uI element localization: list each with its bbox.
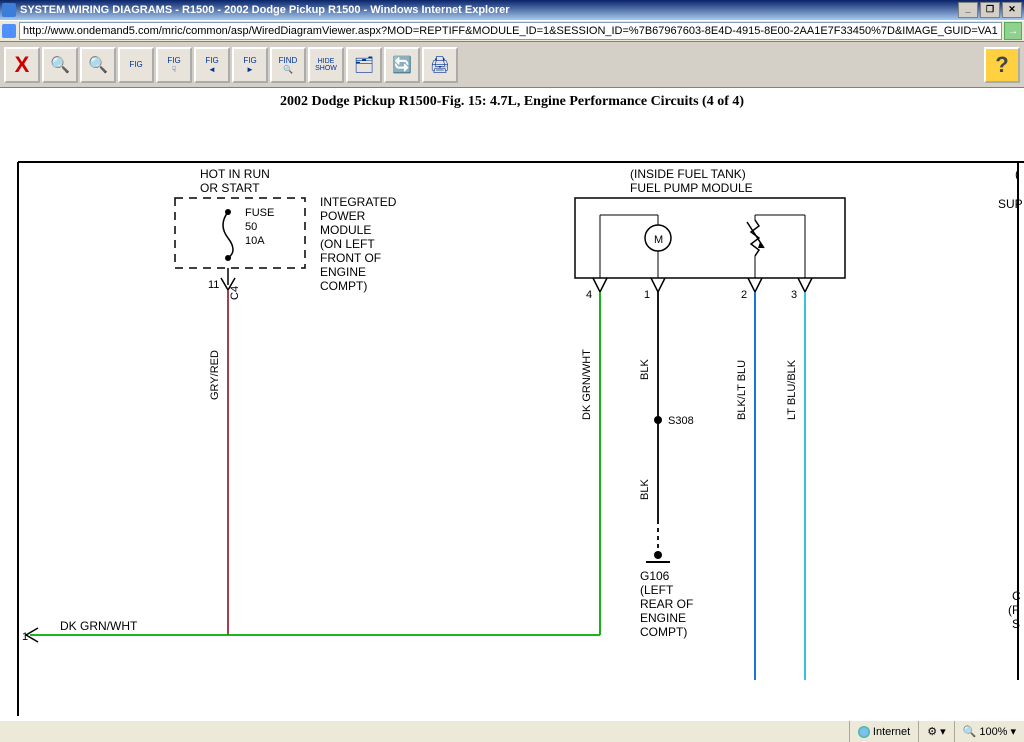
close-diagram-button[interactable]: X [4,47,40,83]
chevron-left-icon: ◄ [208,65,216,74]
hide-show-button[interactable]: HIDESHOW [308,47,344,83]
diagram-canvas: HOT IN RUN OR START FUSE 50 10A INTEGRAT… [0,120,1024,716]
fuel-label-2: FUEL PUMP MODULE [630,181,753,195]
zoom-out-icon: 🔍 [88,55,108,75]
print-button[interactable]: 🖨 [422,47,458,83]
svg-text:BLK: BLK [639,359,651,380]
svg-text:POWER: POWER [320,209,366,223]
svg-text:MODULE: MODULE [320,223,371,237]
search-icon: 🔍 [283,65,293,74]
diagram-title: 2002 Dodge Pickup R1500-Fig. 15: 4.7L, E… [0,94,1024,110]
hot-label-1: HOT IN RUN [200,167,270,181]
svg-text:1: 1 [644,289,650,301]
figure-select-button[interactable]: FIG☟ [156,47,192,83]
svg-text:ENGINE: ENGINE [640,611,686,625]
gear-icon: ⚙ [927,725,937,738]
svg-text:1: 1 [22,631,28,643]
svg-text:11: 11 [208,279,219,291]
svg-text:S308: S308 [668,415,694,427]
svg-text:C: C [1012,589,1021,603]
ie-icon [2,3,16,17]
app-toolbar: X 🔍 🔍 FIG FIG☟ FIG◄ FIG► FIND🔍 HIDESHOW … [0,42,1024,88]
internet-zone-icon [858,726,870,738]
zoom-icon: 🔍 [963,725,977,738]
figure-prev-button[interactable]: FIG◄ [194,47,230,83]
help-icon: ? [995,52,1008,78]
hand-icon: ☟ [172,65,177,74]
security-zone: Internet [849,721,918,742]
close-button[interactable]: ✕ [1002,2,1022,18]
chevron-right-icon: ► [246,65,254,74]
figure-next-button[interactable]: FIG► [232,47,268,83]
ipm-box [175,198,305,268]
help-button[interactable]: ? [984,47,1020,83]
svg-text:M: M [654,234,663,246]
zoom-in-icon: 🔍 [50,55,70,75]
svg-text:INTEGRATED: INTEGRATED [320,195,397,209]
svg-text:LT BLU/BLK: LT BLU/BLK [786,359,798,420]
zoom-cell[interactable]: 🔍 100% ▾ [954,721,1024,742]
find-button[interactable]: FIND🔍 [270,47,306,83]
fuel-label-1: (INSIDE FUEL TANK) [630,167,746,181]
zoom-in-button[interactable]: 🔍 [42,47,78,83]
svg-text:(ON LEFT: (ON LEFT [320,237,375,251]
go-button[interactable]: → [1004,22,1022,40]
status-bar: Internet ⚙▾ 🔍 100% ▾ [0,720,1024,742]
svg-text:FRONT OF: FRONT OF [320,251,381,265]
svg-text:2: 2 [741,289,747,301]
minimize-button[interactable]: _ [958,2,978,18]
card-button[interactable]: 🗂 [346,47,382,83]
window-buttons: _ ❐ ✕ [958,2,1022,18]
module-pins [593,278,812,292]
restore-button[interactable]: ❐ [980,2,1000,18]
svg-text:GRY/RED: GRY/RED [209,350,221,400]
window-titlebar: SYSTEM WIRING DIAGRAMS - R1500 - 2002 Do… [0,0,1024,20]
svg-text:4: 4 [586,289,592,301]
svg-text:DK GRN/WHT: DK GRN/WHT [581,349,593,420]
svg-text:DK GRN/WHT: DK GRN/WHT [60,619,138,633]
svg-text:50: 50 [245,221,257,233]
refresh-button[interactable]: 🔄 [384,47,420,83]
page-icon [2,24,16,38]
svg-text:(LEFT: (LEFT [640,583,674,597]
address-bar: → [0,20,1024,42]
hot-label-2: OR START [200,181,260,195]
card-icon: 🗂 [354,55,374,75]
svg-text:COMPT): COMPT) [320,279,367,293]
wiring-diagram-svg: HOT IN RUN OR START FUSE 50 10A INTEGRAT… [0,120,1024,716]
svg-text:BLK/LT BLU: BLK/LT BLU [736,360,748,420]
svg-text:C4: C4 [229,286,241,300]
url-input[interactable] [19,22,1002,40]
svg-text:COMPT): COMPT) [640,625,687,639]
svg-text:ENGINE: ENGINE [320,265,366,279]
svg-text:REAR OF: REAR OF [640,597,693,611]
print-icon: 🖨 [430,55,450,75]
window-title: SYSTEM WIRING DIAGRAMS - R1500 - 2002 Do… [20,4,510,16]
svg-text:BLK: BLK [639,479,651,500]
protected-mode-cell[interactable]: ⚙▾ [918,721,953,742]
svg-text:FUSE: FUSE [245,207,274,219]
figure-button[interactable]: FIG [118,47,154,83]
svg-text:3: 3 [791,289,797,301]
zoom-out-button[interactable]: 🔍 [80,47,116,83]
status-message [0,721,849,742]
svg-text:10A: 10A [245,235,265,247]
refresh-icon: 🔄 [392,55,412,75]
svg-text:G106: G106 [640,569,670,583]
